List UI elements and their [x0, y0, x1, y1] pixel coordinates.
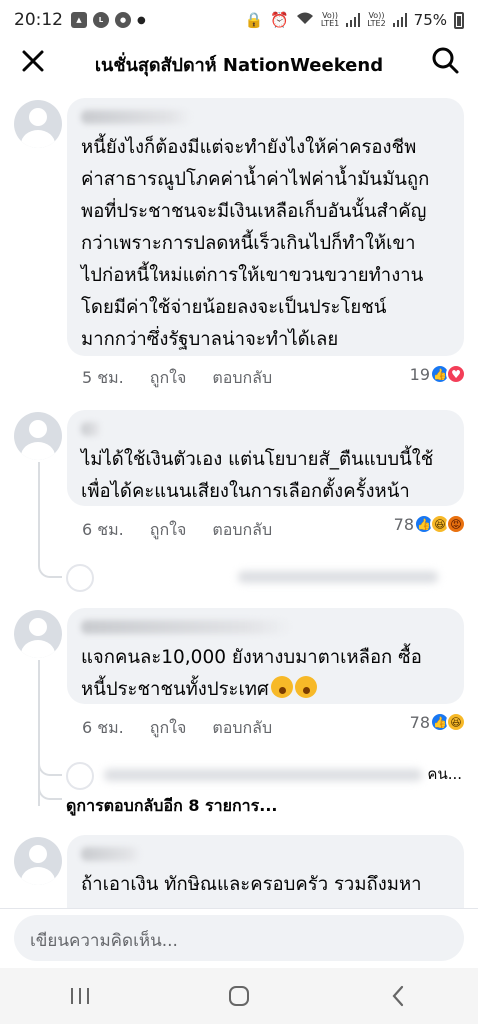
comment-text: ถ้าเอาเงิน ทักษิณและครอบครัว รวมถึงมหา	[81, 874, 422, 895]
home-button[interactable]	[219, 976, 259, 1016]
reply-preview[interactable]	[38, 562, 462, 592]
comment-actions: 5 ชม. ถูกใจ ตอบกลับ	[82, 366, 298, 391]
gallery-icon: ▲	[71, 12, 87, 28]
avatar[interactable]	[14, 412, 62, 460]
comment-time: 5 ชม.	[82, 368, 124, 387]
thread-connector	[38, 562, 62, 578]
astonished-emoji-icon	[270, 676, 293, 698]
comment-text: ไม่ได้ใช้เงินตัวเอง แต่นโยบายสั_ตืนแบบนี…	[81, 449, 434, 502]
like-button[interactable]: ถูกใจ	[150, 518, 187, 543]
signal2-icon	[392, 13, 407, 27]
lte2-indicator: Vo)) LTE2	[367, 11, 386, 28]
back-icon	[392, 985, 404, 1007]
thread-connector	[38, 760, 62, 776]
commenter-name-blurred	[81, 620, 291, 634]
reply-text-tail: คน...	[427, 765, 462, 783]
lte1-indicator: Vo)) LTE1	[320, 11, 340, 28]
comment-text: แจกคนละ10,000 ยังหางบมาตาเหลือก ซื้อ หนี…	[81, 642, 450, 706]
comment-bubble[interactable]: ไม่ได้ใช้เงินตัวเอง แต่นโยบายสั_ตืนแบบนี…	[67, 410, 464, 506]
notification-icons: ▲ L ● ●	[71, 12, 146, 28]
reply-button[interactable]: ตอบกลับ	[212, 518, 272, 543]
status-time: 20:12	[14, 10, 63, 30]
thread-connector	[38, 784, 62, 800]
reaction-count: 78	[409, 712, 430, 732]
comment-text: หนี้ยังไงก็ต้องมีแต่จะทำยังไงให้ค่าครองช…	[81, 137, 430, 350]
reply-text-blurred	[104, 769, 422, 781]
reaction-count: 78	[393, 514, 414, 534]
comment-input[interactable]: เขียนความคิดเห็น...	[14, 915, 464, 961]
comment-bubble[interactable]: ถ้าเอาเงิน ทักษิณและครอบครัว รวมถึงมหา	[67, 835, 464, 908]
like-button[interactable]: ถูกใจ	[150, 366, 187, 391]
reaction-summary[interactable]: 19 👍 ♥	[410, 364, 466, 384]
astonished-emoji-icon	[294, 676, 317, 698]
haha-reaction-icon: 😆	[446, 712, 466, 732]
reply-text-blurred	[238, 571, 438, 583]
reaction-summary[interactable]: 78 👍 😆 😡	[394, 514, 466, 534]
view-more-replies-link[interactable]: ดูการตอบกลับอีก 8 รายการ...	[66, 794, 277, 819]
dot-icon: ●	[137, 14, 146, 26]
commenter-name-blurred	[81, 847, 141, 861]
angry-reaction-icon: 😡	[446, 514, 466, 534]
alarm-icon: ⏰	[270, 11, 289, 29]
reply-avatar	[66, 762, 94, 790]
like-button[interactable]: ถูกใจ	[150, 716, 187, 741]
status-bar: 20:12 ▲ L ● ● 🔒 ⏰ Vo)) LTE1 Vo)) LTE2 75…	[0, 0, 478, 40]
home-icon	[228, 986, 249, 1006]
battery-icon	[454, 11, 464, 29]
commenter-name-blurred	[81, 110, 191, 124]
chrome-icon: ●	[115, 12, 131, 28]
comment-time: 6 ชม.	[82, 718, 124, 737]
recent-apps-button[interactable]	[60, 976, 100, 1016]
thread-line	[38, 462, 40, 562]
comments-feed[interactable]: หนี้ยังไงก็ต้องมีแต่จะทำยังไงให้ค่าครองช…	[0, 88, 478, 908]
comment-text-body: แจกคนละ10,000 ยังหางบมาตาเหลือก ซื้อ หนี…	[81, 647, 422, 700]
avatar[interactable]	[14, 610, 62, 658]
reply-preview[interactable]: คน...	[38, 760, 462, 790]
signal1-icon	[346, 13, 361, 27]
search-icon[interactable]	[430, 45, 460, 75]
back-button[interactable]	[378, 976, 418, 1016]
reaction-summary[interactable]: 78 👍 😆	[410, 712, 466, 732]
wifi-icon	[296, 11, 314, 29]
love-reaction-icon: ♥	[446, 364, 466, 384]
line-icon: L	[93, 12, 109, 28]
comment-bubble[interactable]: แจกคนละ10,000 ยังหางบมาตาเหลือก ซื้อ หนี…	[67, 608, 464, 704]
avatar[interactable]	[14, 837, 62, 885]
avatar[interactable]	[14, 100, 62, 148]
reply-button[interactable]: ตอบกลับ	[212, 716, 272, 741]
top-bar: เนชั่นสุดสัปดาห์ NationWeekend	[0, 40, 478, 82]
reply-button[interactable]: ตอบกลับ	[212, 366, 272, 391]
comment-actions: 6 ชม. ถูกใจ ตอบกลับ	[82, 716, 298, 741]
system-nav-bar	[0, 968, 478, 1024]
comment-composer: เขียนความคิดเห็น...	[0, 908, 478, 968]
battery-percent: 75%	[413, 11, 447, 29]
commenter-name-blurred	[81, 422, 101, 436]
comment-time: 6 ชม.	[82, 520, 124, 539]
comment-bubble[interactable]: หนี้ยังไงก็ต้องมีแต่จะทำยังไงให้ค่าครองช…	[67, 98, 464, 356]
page-title: เนชั่นสุดสัปดาห์ NationWeekend	[94, 55, 384, 76]
recent-apps-icon	[70, 988, 89, 1004]
lock-icon: 🔒	[244, 11, 264, 29]
reply-avatar	[66, 564, 94, 592]
comment-actions: 6 ชม. ถูกใจ ตอบกลับ	[82, 518, 298, 543]
reaction-count: 19	[409, 364, 430, 384]
